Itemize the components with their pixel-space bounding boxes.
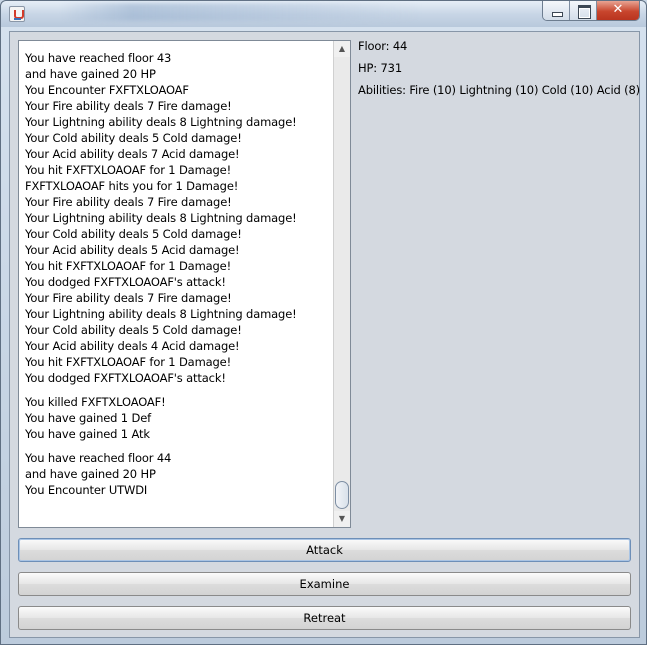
floor-label: Floor: 44 xyxy=(358,39,408,53)
window-controls: ✕ xyxy=(542,1,640,21)
title-text-blurred xyxy=(61,3,421,21)
hp-label: HP: 731 xyxy=(358,61,403,75)
log-line: You dodged FXFTXLOAOAF's attack! xyxy=(25,371,226,385)
log-line: Your Lightning ability deals 8 Lightning… xyxy=(25,307,297,321)
log-line: Your Acid ability deals 5 Acid damage! xyxy=(25,243,240,257)
content-pane: You have reached floor 43 and have gained… xyxy=(9,31,640,638)
log-line: Your Cold ability deals 5 Cold damage! xyxy=(25,323,242,337)
log-line: and have gained 20 HP xyxy=(25,67,156,81)
log-line: Your Fire ability deals 7 Fire damage! xyxy=(25,99,232,113)
log-line: Your Acid ability deals 4 Acid damage! xyxy=(25,339,240,353)
log-line: You have reached floor 43 xyxy=(25,51,172,65)
log-line: FXFTXLOAOAF hits you for 1 Damage! xyxy=(25,179,239,193)
scroll-down-button[interactable]: ▼ xyxy=(334,511,350,527)
log-line: You dodged FXFTXLOAOAF's attack! xyxy=(25,275,226,289)
log-line: and have gained 20 HP xyxy=(25,467,156,481)
retreat-button[interactable]: Retreat xyxy=(18,606,631,630)
log-line: You have reached floor 44 xyxy=(25,451,172,465)
title-bar[interactable]: ✕ xyxy=(1,1,646,27)
scroll-thumb[interactable] xyxy=(335,481,349,509)
log-line: You hit FXFTXLOAOAF for 1 Damage! xyxy=(25,355,232,369)
minimize-button[interactable] xyxy=(543,1,570,20)
log-scrollbar[interactable]: ▲ ▼ xyxy=(333,41,350,527)
log-line: Your Fire ability deals 7 Fire damage! xyxy=(25,291,232,305)
java-icon[interactable] xyxy=(9,6,25,22)
log-line: Your Cold ability deals 5 Cold damage! xyxy=(25,131,242,145)
combat-log-panel[interactable]: You have reached floor 43 and have gained… xyxy=(18,40,351,528)
log-line: You killed FXFTXLOAOAF! xyxy=(25,395,166,409)
examine-button[interactable]: Examine xyxy=(18,572,631,596)
log-line: You have gained 1 Def xyxy=(25,411,152,425)
log-line: Your Lightning ability deals 8 Lightning… xyxy=(25,211,297,225)
close-icon: ✕ xyxy=(612,2,624,17)
attack-button[interactable]: Attack xyxy=(18,538,631,562)
log-line: You hit FXFTXLOAOAF for 1 Damage! xyxy=(25,163,232,177)
close-button[interactable]: ✕ xyxy=(597,1,639,20)
game-window: ✕ You have reached floor 43 and have gain… xyxy=(0,0,647,645)
log-line: Your Fire ability deals 7 Fire damage! xyxy=(25,195,232,209)
log-line: Your Acid ability deals 7 Acid damage! xyxy=(25,147,240,161)
log-line: You Encounter FXFTXLOAOAF xyxy=(25,83,189,97)
player-stats: Floor: 44 HP: 731 Abilities: Fire (10) L… xyxy=(358,38,640,104)
log-line: You hit FXFTXLOAOAF for 1 Damage! xyxy=(25,259,232,273)
maximize-button[interactable] xyxy=(570,1,597,20)
log-line: You have gained 1 Atk xyxy=(25,427,150,441)
abilities-label: Abilities: Fire (10) Lightning (10) Cold… xyxy=(358,83,640,97)
combat-log[interactable]: You have reached floor 43 and have gained… xyxy=(25,50,330,520)
log-line: Your Cold ability deals 5 Cold damage! xyxy=(25,227,242,241)
scroll-up-button[interactable]: ▲ xyxy=(334,41,350,57)
log-line: Your Lightning ability deals 8 Lightning… xyxy=(25,115,297,129)
log-line: You Encounter UTWDI xyxy=(25,483,148,497)
